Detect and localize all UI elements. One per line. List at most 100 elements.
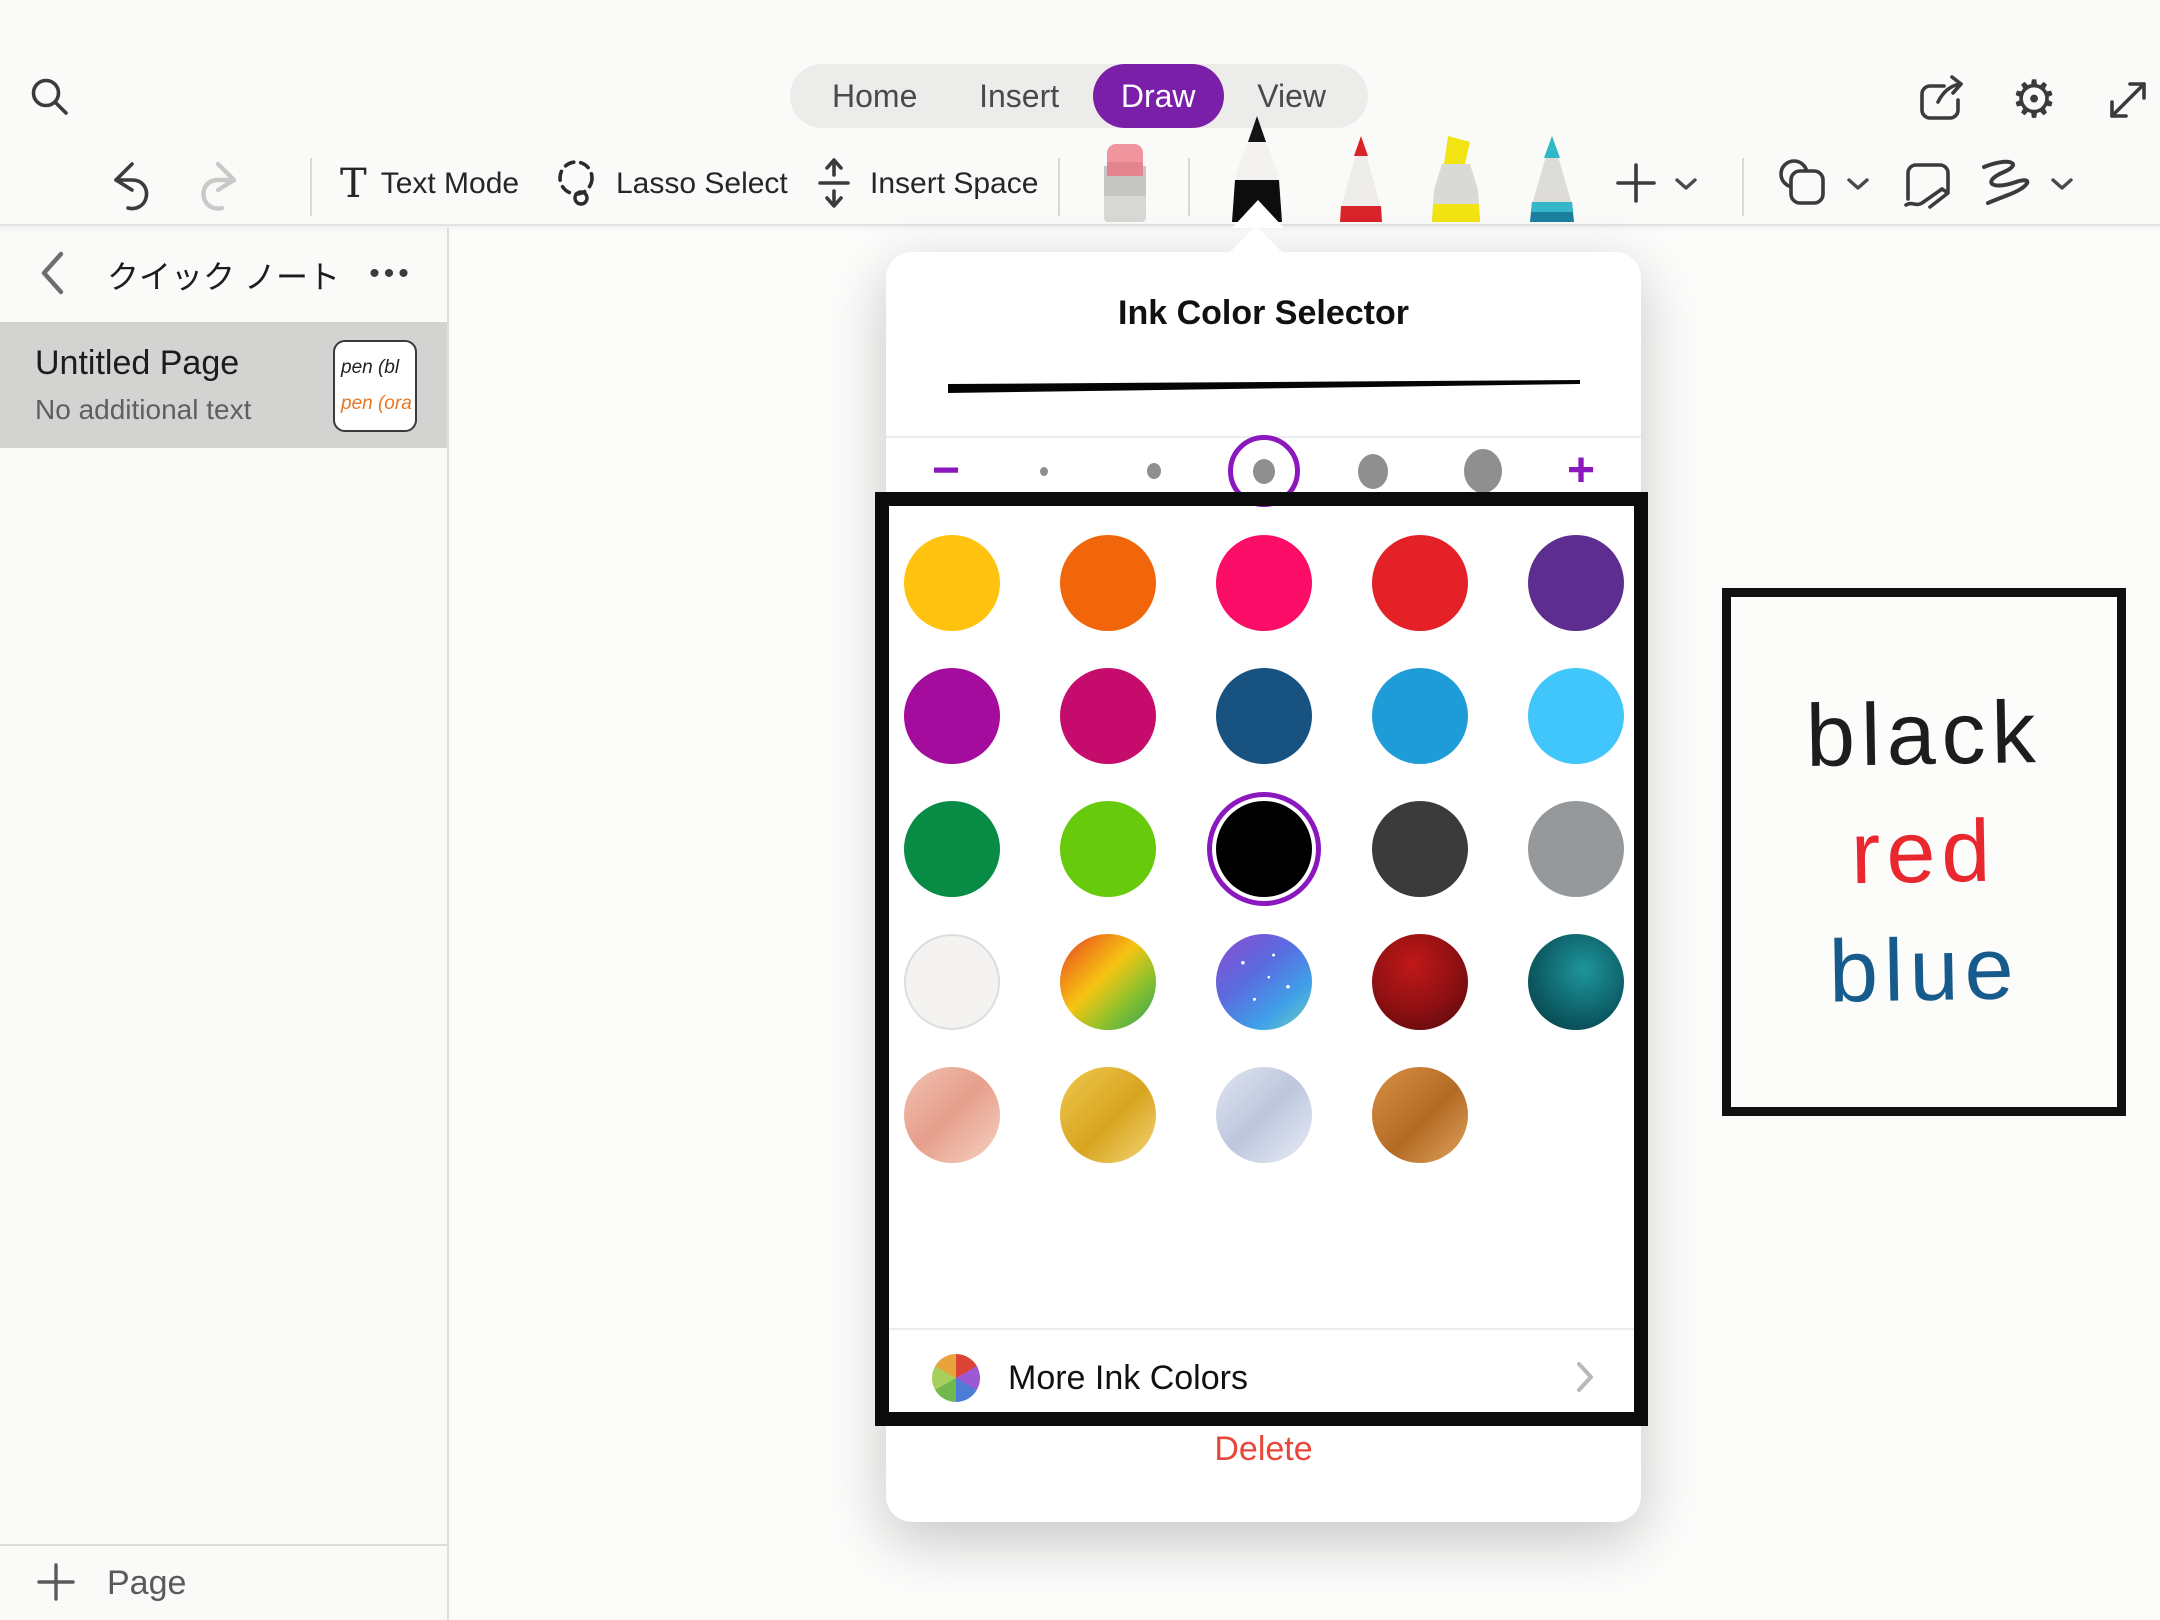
page-list-item-selected[interactable]: Untitled Page No additional text pen (bl… [0,322,447,448]
page-subtitle: No additional text [35,394,251,426]
text-mode-label: Text Mode [381,167,519,201]
ink-color-selector-popup: Ink Color Selector − + More Ink Colors D… [886,252,1641,1522]
swatch-silver[interactable] [1216,1067,1312,1163]
ink-to-shape-button[interactable] [1978,150,2074,218]
swatch-black[interactable] [1216,801,1312,897]
swatch-red[interactable] [1372,535,1468,631]
stroke-preview [948,378,1580,405]
swatch-dark-blue[interactable] [1216,668,1312,764]
shapes-button[interactable] [1774,150,1870,218]
teal-pencil-icon [1520,134,1584,224]
toolbar-divider [1058,158,1060,216]
red-pen-tool[interactable] [1330,134,1392,224]
thickness-dot-shape [1464,449,1502,493]
settings-button[interactable]: ⚙ [2006,72,2062,128]
insert-space-icon [812,155,856,214]
fullscreen-button[interactable] [2100,72,2156,128]
swatch-red-marble[interactable] [1372,934,1468,1030]
swatch-ocean-teal[interactable] [1528,934,1624,1030]
thickness-dot-2[interactable] [1132,449,1176,493]
yellow-highlighter-icon [1422,132,1490,224]
back-button[interactable] [30,250,74,298]
red-pen-icon [1330,134,1392,224]
share-icon [1914,74,1966,126]
thickness-increase-button[interactable]: + [1521,447,1641,495]
plus-icon [35,1561,77,1606]
swatch-green[interactable] [904,801,1000,897]
swatch-galaxy[interactable] [1216,934,1312,1030]
ink-drawing-frame: black red blue [1722,588,2126,1116]
swatch-rainbow-glitter[interactable] [1060,934,1156,1030]
page-thumbnail: pen (bl pen (ora [333,340,417,432]
swatch-rose-gold[interactable] [904,1067,1000,1163]
swatch-orange[interactable] [1060,535,1156,631]
swatch-pink[interactable] [1216,535,1312,631]
add-page-label: Page [107,1564,186,1603]
ink-word-blue: blue [1828,917,2020,1022]
popup-pointer-arrow [1232,200,1284,228]
eraser-icon [1092,140,1158,224]
yellow-highlighter-tool[interactable] [1422,132,1490,224]
plus-icon [1612,159,1660,210]
swatch-blue[interactable] [1372,668,1468,764]
undo-button[interactable] [100,158,156,214]
insert-space-label: Insert Space [870,167,1038,201]
text-mode-button[interactable]: T Text Mode [340,150,519,218]
text-mode-icon: T [340,164,367,204]
lasso-icon [552,156,602,213]
more-ink-colors-button[interactable]: More Ink Colors [886,1330,1641,1426]
swatch-dark-gray[interactable] [1372,801,1468,897]
teal-pencil-tool[interactable] [1520,134,1584,224]
swatch-light-green[interactable] [1060,801,1156,897]
thickness-dot-5[interactable] [1461,449,1505,493]
settings-gear-icon: ⚙ [2011,74,2058,126]
thickness-dot-4[interactable] [1351,449,1395,493]
thickness-dot-1[interactable] [1022,449,1066,493]
thickness-dot-shape [1358,454,1388,489]
ink-word-red: red [1851,800,1998,905]
toolbar-divider [310,158,312,216]
eraser-tool[interactable] [1092,140,1158,224]
tab-draw[interactable]: Draw [1093,64,1224,128]
redo-button[interactable] [194,158,250,214]
share-button[interactable] [1912,72,1968,128]
chevron-left-icon [37,284,67,299]
chevron-right-icon [1575,1360,1595,1397]
tab-home[interactable]: Home [804,64,945,128]
swatch-gray[interactable] [1528,801,1624,897]
color-wheel-icon [932,1354,980,1402]
ink-to-note-button[interactable] [1898,158,1958,216]
ellipsis-icon: ••• [369,257,413,290]
chevron-down-icon [1846,176,1870,192]
search-button[interactable] [24,72,76,124]
chevron-down-icon [1674,176,1698,192]
swatch-gold[interactable] [1060,1067,1156,1163]
swatch-magenta[interactable] [904,668,1000,764]
thickness-dot-3[interactable] [1242,449,1286,493]
ink-color-grid [886,535,1641,1163]
lasso-select-button[interactable]: Lasso Select [552,150,788,218]
add-pen-button[interactable] [1612,150,1698,218]
insert-space-button[interactable]: Insert Space [812,150,1038,218]
more-options-button[interactable]: ••• [361,252,421,296]
onenote-app: Home Insert Draw View ⚙ [0,0,2160,1620]
search-icon [26,74,74,122]
sidebar-header: クイック ノート ••• [0,228,447,322]
thickness-decrease-button[interactable]: − [886,447,1006,495]
ink-note-icon [1900,159,1956,215]
swatch-sky-blue[interactable] [1528,668,1624,764]
top-chrome: Home Insert Draw View ⚙ [0,0,2160,226]
thickness-dots [1006,449,1521,493]
ink-word-black: black [1805,681,2042,787]
tab-insert[interactable]: Insert [951,64,1087,128]
add-page-button[interactable]: Page [0,1544,447,1620]
swatch-purple[interactable] [1528,535,1624,631]
thickness-selector: − + [886,438,1641,504]
popup-title: Ink Color Selector [886,294,1641,333]
swatch-bronze[interactable] [1372,1067,1468,1163]
thickness-dot-shape [1040,467,1048,476]
swatch-white[interactable] [904,934,1000,1030]
delete-pen-button[interactable]: Delete [886,1430,1641,1469]
swatch-raspberry[interactable] [1060,668,1156,764]
swatch-yellow[interactable] [904,535,1000,631]
